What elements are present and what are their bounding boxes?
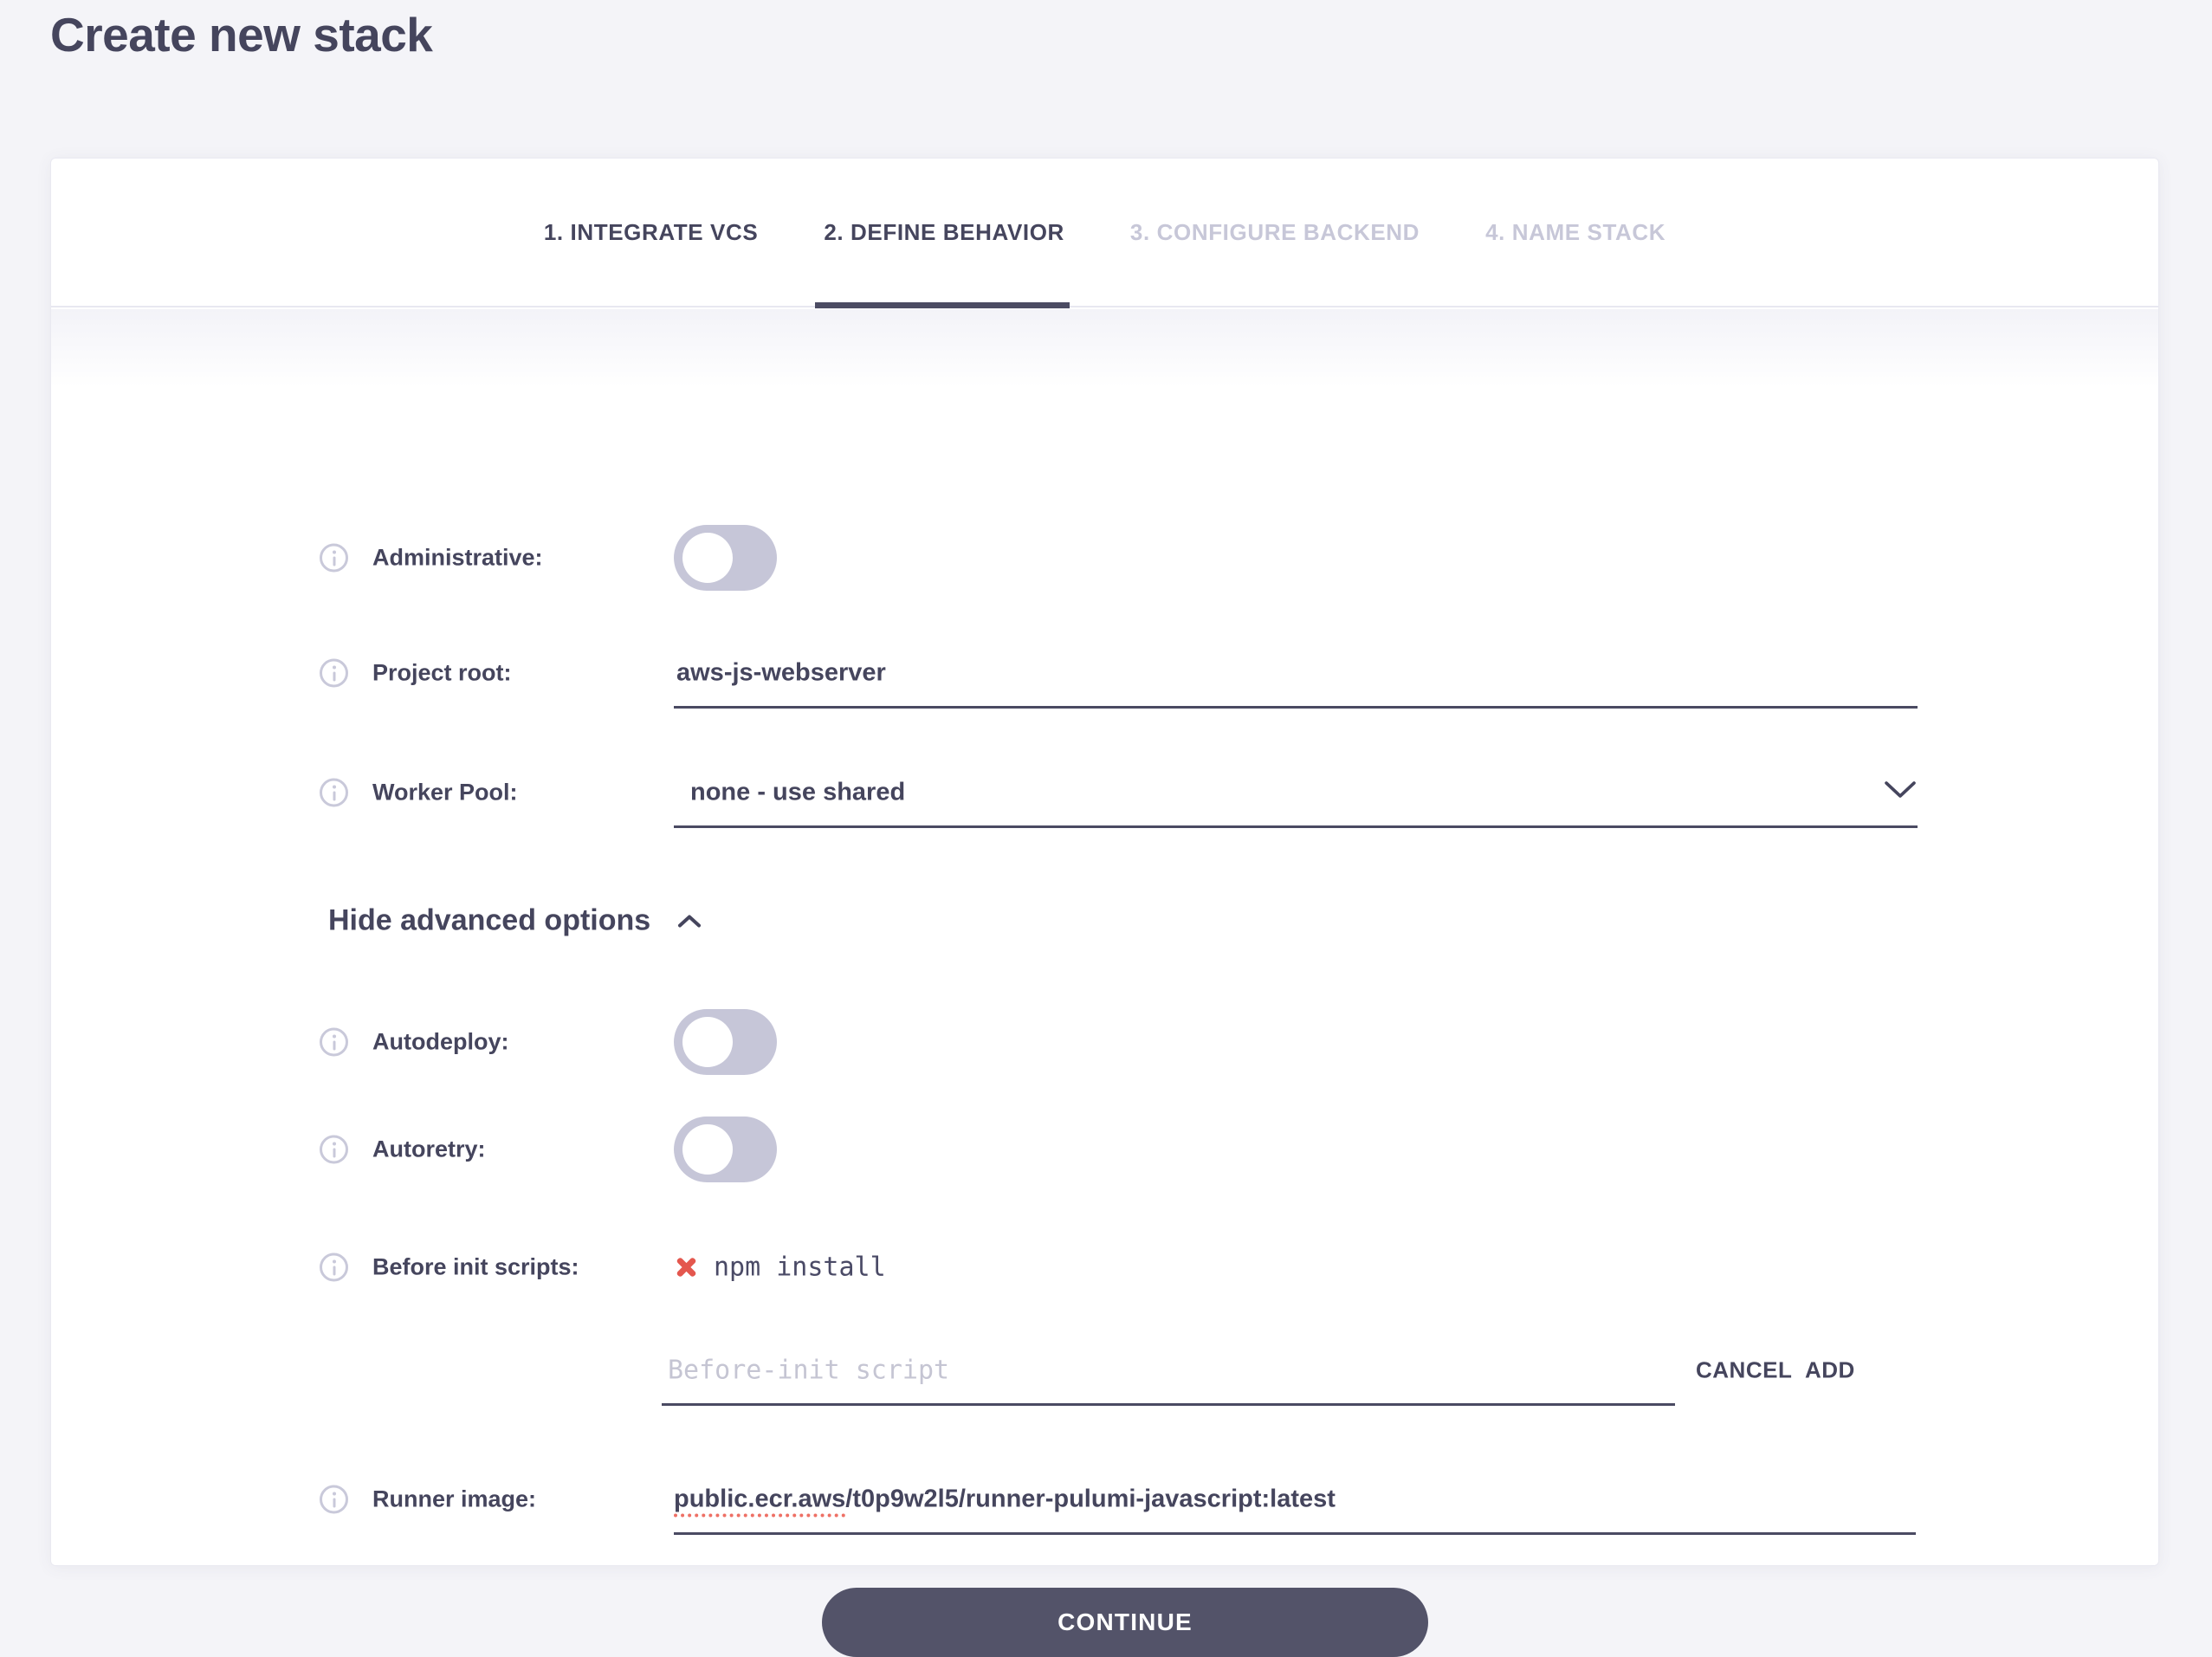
before-init-script-input[interactable] bbox=[668, 1355, 1664, 1386]
info-icon[interactable] bbox=[320, 1252, 348, 1282]
page-title: Create new stack bbox=[50, 8, 433, 61]
advanced-options-toggle[interactable]: Hide advanced options bbox=[328, 904, 702, 938]
before-init-scripts-label: Before init scripts: bbox=[372, 1253, 579, 1280]
spellcheck-marked-text: public.ecr.aws bbox=[674, 1485, 846, 1518]
tab-define-behavior[interactable]: 2. DEFINE BEHAVIOR bbox=[815, 158, 1070, 308]
info-icon[interactable] bbox=[320, 1135, 348, 1164]
info-icon[interactable] bbox=[320, 778, 348, 807]
input-underline bbox=[674, 825, 1918, 828]
project-root-row: Project root: bbox=[320, 658, 512, 688]
cancel-button[interactable]: CANCEL bbox=[1696, 1357, 1792, 1384]
before-init-scripts-row: Before init scripts: bbox=[320, 1252, 579, 1282]
autodeploy-label: Autodeploy: bbox=[372, 1028, 509, 1055]
input-underline bbox=[674, 1532, 1916, 1535]
stepper: 1. INTEGRATE VCS 2. DEFINE BEHAVIOR 3. C… bbox=[51, 158, 2158, 308]
toggle-knob bbox=[682, 1124, 733, 1175]
runner-image-input[interactable]: public.ecr.aws/t0p9w2l5/runner-pulumi-ja… bbox=[674, 1485, 1336, 1518]
create-stack-card: 1. INTEGRATE VCS 2. DEFINE BEHAVIOR 3. C… bbox=[50, 158, 2159, 1657]
project-root-input[interactable] bbox=[676, 658, 1918, 688]
tab-name-stack[interactable]: 4. NAME STACK bbox=[1485, 158, 1665, 307]
chevron-down-icon[interactable] bbox=[1883, 779, 1918, 800]
runner-image-label: Runner image: bbox=[372, 1485, 537, 1512]
toggle-knob bbox=[682, 1017, 733, 1067]
autodeploy-row: Autodeploy: bbox=[320, 1027, 509, 1057]
tab-integrate-vcs[interactable]: 1. INTEGRATE VCS bbox=[544, 158, 759, 307]
autoretry-row: Autoretry: bbox=[320, 1135, 486, 1164]
administrative-label: Administrative: bbox=[372, 544, 543, 571]
autoretry-label: Autoretry: bbox=[372, 1136, 486, 1162]
advanced-options-label: Hide advanced options bbox=[328, 903, 651, 937]
form-body: Administrative: Project root: Worker Poo… bbox=[51, 309, 2158, 1657]
tab-configure-backend[interactable]: 3. CONFIGURE BACKEND bbox=[1130, 158, 1420, 307]
input-underline bbox=[662, 1403, 1675, 1406]
toggle-knob bbox=[682, 533, 733, 583]
script-chip: npm install bbox=[675, 1252, 886, 1283]
administrative-row: Administrative: bbox=[320, 543, 543, 573]
script-command: npm install bbox=[714, 1252, 886, 1283]
info-icon[interactable] bbox=[320, 658, 348, 688]
info-icon[interactable] bbox=[320, 543, 348, 573]
worker-pool-label: Worker Pool: bbox=[372, 779, 518, 806]
info-icon[interactable] bbox=[320, 1027, 348, 1057]
administrative-toggle[interactable] bbox=[674, 525, 777, 591]
chevron-up-icon bbox=[678, 915, 702, 927]
project-root-label: Project root: bbox=[372, 659, 512, 686]
add-button[interactable]: ADD bbox=[1805, 1357, 1855, 1384]
input-underline bbox=[674, 706, 1918, 709]
worker-pool-select[interactable]: none - use shared bbox=[690, 779, 905, 807]
remove-script-icon[interactable] bbox=[675, 1256, 698, 1279]
worker-pool-row: Worker Pool: bbox=[320, 778, 518, 807]
continue-button[interactable]: CONTINUE bbox=[822, 1588, 1428, 1657]
autodeploy-toggle[interactable] bbox=[674, 1009, 777, 1075]
runner-image-value-rest: /t0p9w2l5/runner-pulumi-javascript:lates… bbox=[845, 1485, 1336, 1513]
autoretry-toggle[interactable] bbox=[674, 1117, 777, 1182]
runner-image-row: Runner image: bbox=[320, 1485, 536, 1514]
info-icon[interactable] bbox=[320, 1485, 348, 1514]
